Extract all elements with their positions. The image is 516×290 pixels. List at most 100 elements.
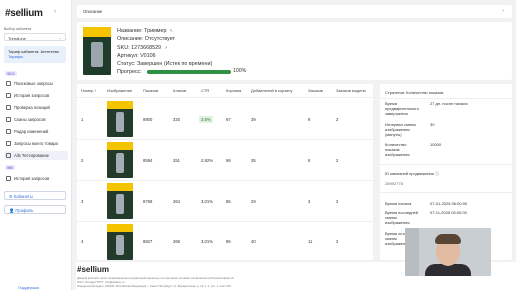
progress-fill	[147, 70, 231, 74]
info-icon[interactable]: ⓘ	[435, 171, 439, 176]
footer-logo: #sellium	[77, 265, 110, 274]
cell-orders: 9	[308, 117, 311, 122]
tariff-link[interactable]: Тарифы	[8, 54, 62, 59]
description-accordion[interactable]: Описание ›	[77, 5, 512, 18]
my-product-icon	[6, 141, 11, 146]
cell-clicks: 266	[173, 239, 180, 244]
collapse-sidebar-icon[interactable]: ‹	[54, 9, 56, 15]
column-header-model-orders[interactable]: Заказов модели	[336, 88, 366, 94]
sidebar-item-label: Проверка позиций	[14, 105, 50, 110]
cabinets-button[interactable]: ⚙ Кабинеты	[4, 191, 66, 200]
sidebar-item-label: A/Б Тестирование	[14, 153, 50, 158]
stat-label: Количество показов изображения	[385, 142, 410, 157]
column-header-clicks[interactable]: Кликов	[173, 88, 186, 94]
cell-ctr: 3.01%	[201, 199, 213, 204]
tariff-card[interactable]: Тариф кабинета: Агентство Тарифы	[4, 46, 66, 63]
cell-added: 39	[251, 117, 256, 122]
variant-image	[107, 224, 133, 260]
campaign-id-label-text: ID кампаний продвижения	[385, 171, 434, 176]
section-tag-seo: SEO	[5, 71, 17, 76]
campaign-id-label: ID кампаний продвижения ⓘ	[385, 171, 439, 176]
variant-image	[107, 142, 133, 178]
cell-ctr-badge: 3.6%	[199, 116, 213, 123]
cell-cart: 97	[226, 117, 231, 122]
cell-shows: 8827	[143, 239, 153, 244]
sidebar-item-wb-history[interactable]: История запросов	[4, 174, 68, 183]
sidebar-item-label: Радар изменений	[14, 129, 49, 134]
column-header-shows[interactable]: Показов	[143, 88, 158, 94]
row-divider	[77, 221, 373, 222]
cabinets-button-label: Кабинеты	[13, 193, 33, 199]
profile-button[interactable]: 👤 Профиль	[4, 205, 66, 214]
sidebar-item-label: Запросы моего товара	[14, 141, 58, 146]
cell-shows: 8900	[143, 117, 153, 122]
column-header-orders[interactable]: Заказов	[308, 88, 323, 94]
stats-divider	[380, 98, 512, 99]
cell-added: 40	[251, 239, 256, 244]
cell-number: 4	[81, 239, 84, 244]
stat-value: 27 дн. после начала	[430, 101, 468, 106]
logo: #sellium	[5, 8, 43, 19]
sidebar-item-label: Поисковые запросы	[14, 81, 53, 86]
sidebar-item-query-history[interactable]: История запросов	[4, 91, 68, 100]
sidebar-item-query-scans[interactable]: Сканы запросов	[4, 115, 68, 124]
campaign-id-value: 28992778	[385, 181, 403, 186]
time-last-value: 07-11-2025 05:00:00	[430, 210, 467, 215]
column-header-cart[interactable]: Корзина	[226, 88, 241, 94]
row-divider	[77, 180, 373, 181]
support-link[interactable]: Поддержка	[18, 285, 39, 290]
column-header-added[interactable]: Добавлений в корзину	[251, 88, 299, 94]
stats-divider	[380, 164, 512, 165]
cell-number: 1	[81, 117, 84, 122]
cell-number: 2	[81, 158, 84, 163]
sidebar-item-change-radar[interactable]: Радар изменений	[4, 127, 68, 136]
cell-model-orders: 2	[336, 199, 339, 204]
progress-label: Прогресс:	[117, 69, 142, 75]
chevron-down-icon: ⌄	[58, 35, 62, 40]
cell-cart: 96	[226, 239, 231, 244]
external-link-icon[interactable]: ↗	[164, 45, 167, 50]
time-last-label: Время последней смены изображения	[385, 210, 419, 225]
cabinet-label: Выбор кабинета	[4, 27, 32, 31]
cell-cart: 86	[226, 199, 231, 204]
product-name: Название: Триммер ✎	[117, 28, 173, 34]
column-header-ctr[interactable]: CTR	[201, 88, 209, 94]
cell-added: 29	[251, 199, 256, 204]
cell-orders: 11	[308, 239, 313, 244]
sidebar-item-my-product-queries[interactable]: Запросы моего товара	[4, 139, 68, 148]
stat-label: Время предварительного завершения	[385, 101, 419, 116]
header-label: Номер	[81, 88, 94, 93]
chevron-right-icon: ›	[502, 8, 504, 14]
product-name-text: Название: Триммер	[117, 28, 167, 34]
stat-value: 30	[430, 122, 435, 127]
cell-model-orders: 2	[336, 239, 339, 244]
cell-ctr: 3.01%	[201, 239, 213, 244]
sidebar-item-ab-testing[interactable]: A/Б Тестирование	[4, 151, 68, 160]
cell-clicks: 320	[173, 117, 180, 122]
sidebar-item-search-queries[interactable]: Поисковые запросы	[4, 79, 68, 88]
cell-shows: 8594	[143, 158, 153, 163]
progress-bar	[147, 70, 231, 74]
ab-test-icon	[6, 153, 11, 158]
column-header-number[interactable]: Номер ↑	[81, 88, 96, 94]
sidebar-item-position-check[interactable]: Проверка позиций	[4, 103, 68, 112]
cell-number: 3	[81, 199, 84, 204]
footer-address: Юридический адрес: 196240, Российская Фе…	[77, 284, 231, 288]
cabinet-select-value: TrendLine	[8, 35, 26, 41]
product-description: Описание: Отсутствует	[117, 36, 176, 42]
variant-image	[107, 101, 133, 137]
edit-icon[interactable]: ✎	[170, 28, 173, 33]
history-icon	[6, 176, 11, 181]
webcam-overlay	[405, 228, 491, 276]
cell-ctr: 2.92%	[201, 158, 213, 163]
profile-button-label: Профиль	[15, 207, 34, 213]
cell-clicks: 264	[173, 199, 180, 204]
description-label: Описание	[83, 8, 103, 14]
check-position-icon	[6, 105, 11, 110]
cell-orders: 3	[308, 199, 311, 204]
cell-shows: 8768	[143, 199, 153, 204]
header-divider	[77, 97, 373, 98]
strategy-label: Стратегия: Количество показов	[385, 90, 444, 95]
cell-model-orders: 2	[336, 117, 339, 122]
cabinet-select[interactable]: TrendLine ⌄	[4, 33, 66, 41]
